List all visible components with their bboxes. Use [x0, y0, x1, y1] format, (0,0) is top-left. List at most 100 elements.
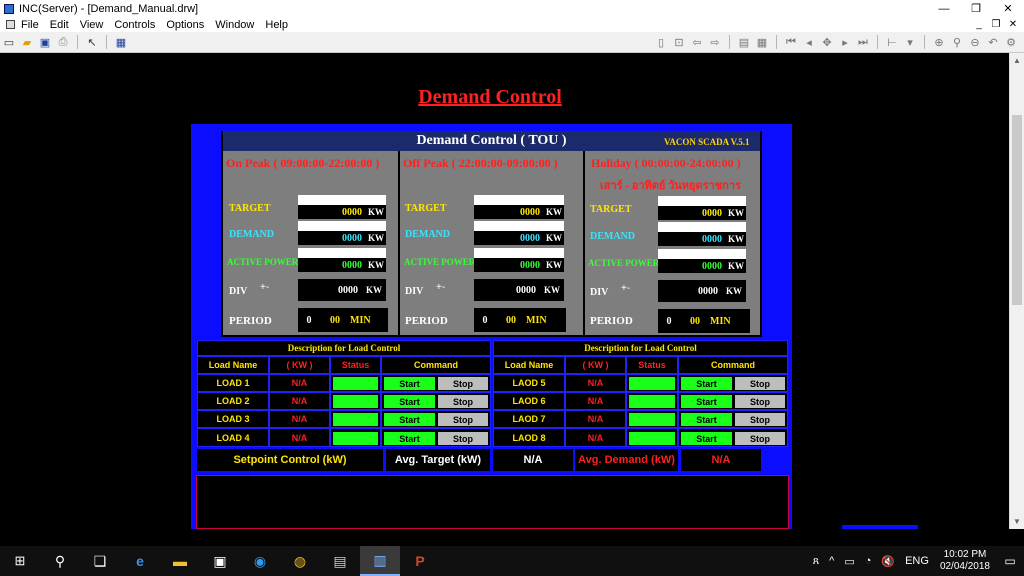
minimize-button[interactable]: — — [928, 0, 960, 17]
mdi-close-button[interactable]: ✕ — [1006, 19, 1020, 30]
vertical-scrollbar[interactable]: ▲ ▼ — [1009, 53, 1024, 529]
scada-icon[interactable]: ▤ — [320, 546, 360, 576]
inc-app-icon[interactable]: ▥ — [360, 546, 400, 576]
off-peak-demand-value: 0000 KW — [474, 231, 564, 245]
load-kw: N/A — [269, 410, 330, 428]
start-button[interactable]: Start — [681, 377, 732, 390]
minutes: 00 — [330, 314, 340, 326]
value: 0000 — [337, 284, 358, 296]
show-hidden-icon[interactable]: ^ — [829, 555, 834, 567]
store-icon[interactable]: ▣ — [200, 546, 240, 576]
off-peak-div-label: DIV — [405, 286, 424, 297]
table-icon[interactable]: ▦ — [754, 34, 770, 50]
play-icon[interactable]: ✥ — [819, 34, 835, 50]
start-button[interactable]: Start — [384, 413, 435, 426]
pointer-icon[interactable]: ↖ — [84, 34, 100, 50]
browser-icon[interactable]: ◉ — [240, 546, 280, 576]
pin-icon[interactable]: ⚲ — [949, 34, 965, 50]
scroll-thumb[interactable] — [1012, 115, 1022, 305]
document-icon[interactable]: ▯ — [653, 34, 669, 50]
off-peak-active-label: ACTIVE POWER — [404, 257, 476, 267]
column-divider — [398, 151, 400, 337]
align-icon[interactable]: ⊢ — [884, 34, 900, 50]
start-button[interactable]: Start — [681, 432, 732, 445]
off-peak-demand-bar — [474, 221, 564, 231]
file-explorer-icon[interactable]: ▬ — [160, 546, 200, 576]
new-file-icon[interactable]: ▭ — [1, 34, 17, 50]
menu-help[interactable]: Help — [265, 19, 288, 31]
start-button[interactable]: Start — [384, 395, 435, 408]
unit: KW — [545, 207, 562, 217]
stop-button[interactable]: Stop — [438, 377, 488, 390]
menu-options[interactable]: Options — [166, 19, 204, 31]
last-icon[interactable]: ⏭ — [855, 34, 871, 50]
stop-button[interactable]: Stop — [438, 413, 488, 426]
load-name: LAOD 7 — [493, 410, 565, 428]
open-folder-icon[interactable]: ▰ — [19, 34, 35, 50]
stop-button[interactable]: Stop — [438, 432, 488, 445]
forward-icon[interactable]: ⇨ — [707, 34, 723, 50]
menu-edit[interactable]: Edit — [50, 19, 69, 31]
close-button[interactable]: ✕ — [992, 0, 1024, 17]
menu-view[interactable]: View — [80, 19, 104, 31]
zoom-icon[interactable]: ⊡ — [671, 34, 687, 50]
stop-button[interactable]: Stop — [735, 395, 785, 408]
load-kw: N/A — [269, 428, 330, 447]
start-button[interactable]: Start — [681, 413, 732, 426]
layout-icon[interactable]: ▤ — [736, 34, 752, 50]
zoom-in-icon[interactable]: ⊕ — [931, 34, 947, 50]
grid-icon[interactable]: ▦ — [113, 34, 129, 50]
clock[interactable]: 10:02 PM 02/04/2018 — [940, 549, 990, 573]
start-button[interactable]: Start — [384, 377, 435, 390]
menu-window[interactable]: Window — [215, 19, 254, 31]
off-peak-active-bar — [474, 248, 564, 258]
dropdown-icon[interactable]: ▾ — [902, 34, 918, 50]
holiday-active-value: 0000 KW — [658, 259, 746, 273]
stop-button[interactable]: Stop — [735, 413, 785, 426]
mdi-restore-button[interactable]: ❐ — [989, 19, 1003, 30]
config-icon[interactable]: ⚙ — [1003, 34, 1019, 50]
save-icon[interactable]: ▣ — [37, 34, 53, 50]
network-icon[interactable]: ▭ — [844, 555, 854, 568]
page-title: Demand Control — [418, 86, 562, 108]
undo-icon[interactable]: ↶ — [985, 34, 1001, 50]
menu-controls[interactable]: Controls — [114, 19, 155, 31]
task-view-icon[interactable]: ❏ — [80, 546, 120, 576]
start-button[interactable]: Start — [384, 432, 435, 445]
first-icon[interactable]: ⏮ — [783, 34, 799, 50]
print-icon[interactable]: ⎙ — [55, 34, 71, 50]
mdi-minimize-button[interactable]: _ — [972, 19, 986, 30]
col-status: Status — [330, 356, 381, 374]
load-name: LOAD 2 — [197, 392, 269, 410]
off-peak-target-label: TARGET — [405, 203, 447, 214]
document-icon[interactable] — [6, 20, 15, 29]
zoom-out-icon[interactable]: ⊖ — [967, 34, 983, 50]
on-peak-period-value: 0 00 MIN — [298, 308, 388, 332]
next-icon[interactable]: ▸ — [837, 34, 853, 50]
scroll-up-icon[interactable]: ▲ — [1010, 53, 1024, 68]
stop-button[interactable]: Stop — [438, 395, 488, 408]
people-icon[interactable]: ጸ — [813, 555, 819, 568]
start-button[interactable]: Start — [681, 395, 732, 408]
windows-start-icon[interactable]: ⊞ — [0, 546, 40, 576]
notification-icon[interactable]: ▭ — [996, 546, 1024, 576]
menu-file[interactable]: File — [21, 19, 39, 31]
volume-icon[interactable]: 🔇 — [881, 555, 895, 568]
wifi-icon[interactable]: ◔ — [865, 555, 872, 567]
edge-icon[interactable]: e — [120, 546, 160, 576]
scroll-down-icon[interactable]: ▼ — [1010, 514, 1024, 529]
language-indicator[interactable]: ENG — [905, 555, 929, 567]
powerpoint-icon[interactable]: P — [400, 546, 440, 576]
prev-icon[interactable]: ◂ — [801, 34, 817, 50]
hours: 0 — [482, 314, 488, 326]
off-peak-period-value: 0 00 MIN — [474, 308, 566, 332]
load-kw: N/A — [269, 392, 330, 410]
chrome-icon[interactable]: ◍ — [280, 546, 320, 576]
search-icon[interactable]: ⚲ — [40, 546, 80, 576]
stop-button[interactable]: Stop — [735, 432, 785, 445]
back-icon[interactable]: ⇦ — [689, 34, 705, 50]
maximize-button[interactable]: ❐ — [960, 0, 992, 17]
hours: 0 — [306, 314, 312, 326]
off-peak-div-value: 0000 KW — [474, 279, 564, 301]
stop-button[interactable]: Stop — [735, 377, 785, 390]
